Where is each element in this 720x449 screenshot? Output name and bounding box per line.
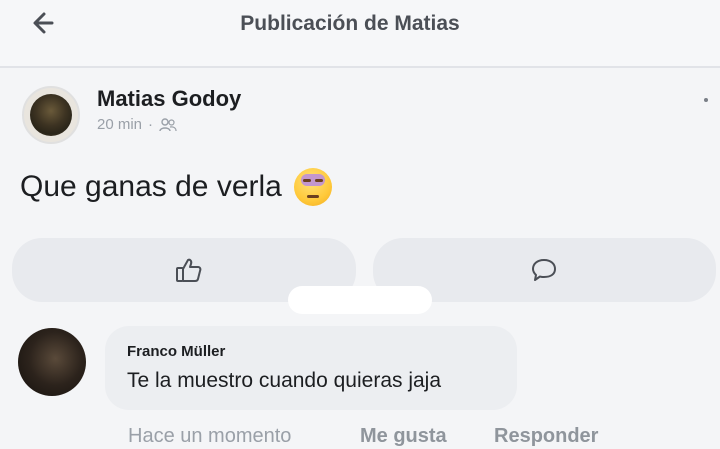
post-body: Que ganas de verla — [20, 168, 332, 206]
comment-reply-link[interactable]: Responder — [494, 425, 598, 448]
top-bar: Publicación de Matias — [0, 0, 720, 68]
more-options-icon[interactable] — [704, 98, 708, 102]
commenter-avatar[interactable] — [18, 328, 86, 396]
post-author-name[interactable]: Matias Godoy — [97, 86, 241, 112]
thumbs-up-icon — [176, 258, 202, 282]
friends-icon — [159, 117, 177, 131]
comment-bubble-icon — [532, 259, 556, 281]
post-author-avatar[interactable] — [22, 86, 80, 144]
comment-bubble: Franco Müller Te la muestro cuando quier… — [105, 326, 517, 410]
post-meta: 20 min · — [97, 116, 177, 133]
comment-text: Te la muestro cuando quieras jaja — [127, 369, 442, 392]
redaction-mark — [288, 286, 432, 314]
comment-timestamp: Hace un momento — [128, 425, 292, 447]
comment-like-link[interactable]: Me gusta — [360, 425, 447, 448]
post-text: Que ganas de verla — [20, 170, 282, 203]
post-time: 20 min — [97, 116, 143, 133]
page-title: Publicación de Matias — [240, 12, 460, 35]
blushing-face-emoji — [293, 168, 332, 206]
meta-separator: · — [148, 116, 154, 133]
commenter-name[interactable]: Franco Müller — [127, 343, 225, 360]
